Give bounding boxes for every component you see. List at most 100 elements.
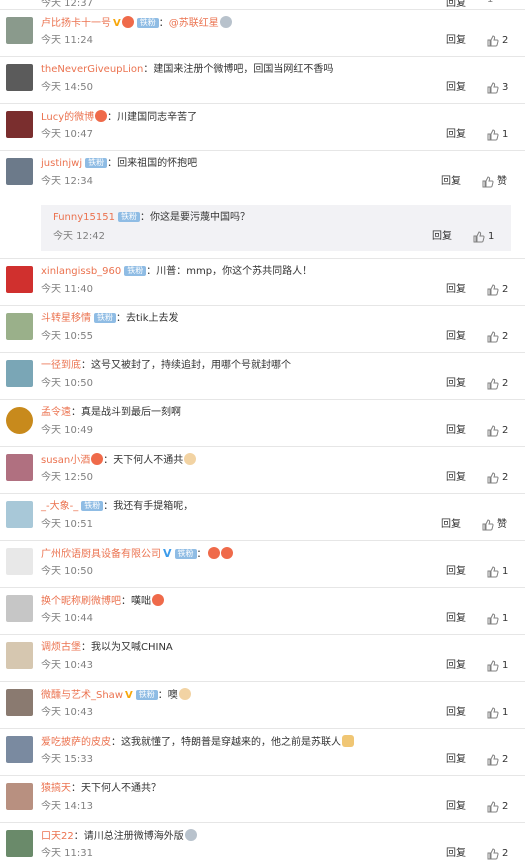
reply-button[interactable]: 回复 bbox=[441, 175, 461, 189]
avatar[interactable] bbox=[6, 783, 33, 810]
user-nickname[interactable]: Lucy的微博 bbox=[41, 112, 94, 123]
user-nickname[interactable]: 爱吃披萨的皮皮 bbox=[41, 737, 111, 748]
reply-button[interactable]: 回复 bbox=[446, 377, 466, 391]
user-nickname[interactable]: theNeverGiveupLion bbox=[41, 64, 143, 75]
thumbs-up-icon bbox=[487, 425, 499, 437]
like-button[interactable]: 1 bbox=[487, 612, 508, 626]
reply-button[interactable]: 回复 bbox=[446, 612, 466, 626]
reply-button[interactable]: 回复 bbox=[446, 34, 466, 48]
like-button[interactable]: 2 bbox=[487, 471, 508, 485]
avatar[interactable] bbox=[6, 111, 33, 138]
avatar[interactable] bbox=[6, 454, 33, 481]
reply-button[interactable]: 回复 bbox=[446, 0, 466, 9]
comment-item: 卢比扬卡十一号 V 铁粉 ：@苏联红星 今天 11:24 回复 2 bbox=[0, 10, 525, 57]
comment-time: 今天 10:50 bbox=[41, 566, 93, 577]
user-nickname[interactable]: Funny15151 bbox=[53, 212, 115, 223]
mention-link[interactable]: @苏联红星 bbox=[169, 18, 219, 29]
user-nickname[interactable]: _-大象-_ bbox=[41, 501, 78, 512]
avatar[interactable] bbox=[6, 313, 33, 340]
user-nickname[interactable]: 斗转星移情 bbox=[41, 313, 91, 324]
reply-button[interactable]: 回复 bbox=[446, 81, 466, 95]
thumbs-up-icon bbox=[487, 848, 499, 860]
reply-button[interactable]: 回复 bbox=[446, 706, 466, 720]
like-button[interactable]: 1 bbox=[487, 706, 508, 720]
like-button[interactable]: 2 bbox=[487, 753, 508, 767]
like-button[interactable]: 2 bbox=[487, 283, 508, 297]
user-nickname[interactable]: 换个昵称刷微博吧 bbox=[41, 596, 121, 607]
user-nickname[interactable]: susan小酒 bbox=[41, 455, 90, 466]
user-nickname[interactable]: 口天22 bbox=[41, 831, 74, 842]
user-nickname[interactable]: 孟令遠 bbox=[41, 407, 71, 418]
comment-time: 今天 10:49 bbox=[41, 425, 93, 436]
avatar[interactable] bbox=[6, 266, 33, 293]
user-nickname[interactable]: 调烦古堡 bbox=[41, 642, 81, 653]
like-count: 2 bbox=[502, 378, 509, 389]
like-button[interactable]: 2 bbox=[487, 800, 508, 814]
comment-time: 今天 10:43 bbox=[41, 660, 93, 671]
like-button[interactable]: 赞 bbox=[482, 175, 507, 189]
reply-button[interactable]: 回复 bbox=[446, 800, 466, 814]
avatar[interactable] bbox=[6, 17, 33, 44]
like-count[interactable]: 1 bbox=[487, 0, 493, 5]
like-button[interactable]: 2 bbox=[487, 330, 508, 344]
comment-text: ：你这是要污蔑中国吗？ bbox=[139, 212, 250, 223]
comment-time: 今天 10:43 bbox=[41, 707, 93, 718]
like-button[interactable]: 2 bbox=[487, 424, 508, 438]
like-count: 1 bbox=[502, 660, 509, 671]
comment-text: ：这我就懂了，特朗普是穿越来的，他之前是苏联人 bbox=[111, 737, 341, 748]
reply-button[interactable]: 回复 bbox=[446, 847, 466, 861]
laugh-emoji-icon bbox=[152, 594, 164, 606]
reply-button[interactable]: 回复 bbox=[432, 230, 452, 244]
reply-button[interactable]: 回复 bbox=[446, 565, 466, 579]
fan-badge: 铁粉 bbox=[94, 313, 116, 323]
thumbs-up-icon bbox=[482, 519, 494, 531]
avatar[interactable] bbox=[6, 501, 33, 528]
avatar[interactable] bbox=[6, 595, 33, 622]
like-button[interactable]: 3 bbox=[487, 81, 508, 95]
like-button[interactable]: 1 bbox=[473, 230, 494, 244]
reply-button[interactable]: 回复 bbox=[446, 753, 466, 767]
like-button[interactable]: 1 bbox=[487, 659, 508, 673]
previous-comment-fragment: 今天 12:37 回复 1 bbox=[0, 0, 525, 10]
avatar[interactable] bbox=[6, 158, 33, 185]
reply-button[interactable]: 回复 bbox=[441, 518, 461, 532]
avatar[interactable] bbox=[6, 736, 33, 763]
comment-item: 微醺与艺术_Shaw V 铁粉 ：噢 今天 10:43 回复 1 bbox=[0, 682, 525, 729]
like-button[interactable]: 2 bbox=[487, 377, 508, 391]
comment-item: 一径到底：这号又被封了，持续追封，用哪个号就封哪个 今天 10:50 回复 2 bbox=[0, 353, 525, 400]
avatar[interactable] bbox=[6, 548, 33, 575]
comment-time: 今天 12:34 bbox=[41, 176, 93, 187]
comment-item: 爱吃披萨的皮皮：这我就懂了，特朗普是穿越来的，他之前是苏联人 今天 15:33 … bbox=[0, 729, 525, 776]
reply-button[interactable]: 回复 bbox=[446, 471, 466, 485]
like-count: 2 bbox=[502, 848, 509, 859]
avatar[interactable] bbox=[6, 642, 33, 669]
user-nickname[interactable]: 微醺与艺术_Shaw bbox=[41, 690, 123, 701]
emoji-icon bbox=[184, 453, 197, 465]
avatar[interactable] bbox=[6, 407, 33, 434]
reply-button[interactable]: 回复 bbox=[446, 283, 466, 297]
like-button[interactable]: 2 bbox=[487, 847, 508, 861]
comment-item: 口天22：请川总注册微博海外版 今天 11:31 回复 2 bbox=[0, 823, 525, 864]
like-button[interactable]: 1 bbox=[487, 128, 508, 142]
user-nickname[interactable]: xinlangissb_960 bbox=[41, 266, 121, 277]
like-count: 2 bbox=[502, 425, 509, 436]
laugh-emoji-icon bbox=[207, 547, 220, 559]
fan-badge: 铁粉 bbox=[174, 549, 197, 559]
like-button[interactable]: 2 bbox=[487, 34, 508, 48]
like-button[interactable]: 1 bbox=[487, 565, 508, 579]
reply-button[interactable]: 回复 bbox=[446, 659, 466, 673]
emoji-icon bbox=[184, 829, 197, 841]
avatar[interactable] bbox=[6, 360, 33, 387]
like-button[interactable]: 赞 bbox=[482, 518, 507, 532]
avatar[interactable] bbox=[6, 689, 33, 716]
user-nickname[interactable]: 广州欣语厨具设备有限公司 bbox=[41, 549, 161, 560]
reply-button[interactable]: 回复 bbox=[446, 424, 466, 438]
reply-button[interactable]: 回复 bbox=[446, 128, 466, 142]
avatar[interactable] bbox=[6, 64, 33, 91]
reply-button[interactable]: 回复 bbox=[446, 330, 466, 344]
user-nickname[interactable]: justinjwj bbox=[41, 158, 82, 169]
avatar[interactable] bbox=[6, 830, 33, 857]
user-nickname[interactable]: 卢比扬卡十一号 bbox=[41, 18, 111, 29]
user-nickname[interactable]: 猿搞天 bbox=[41, 783, 71, 794]
user-nickname[interactable]: 一径到底 bbox=[41, 360, 81, 371]
